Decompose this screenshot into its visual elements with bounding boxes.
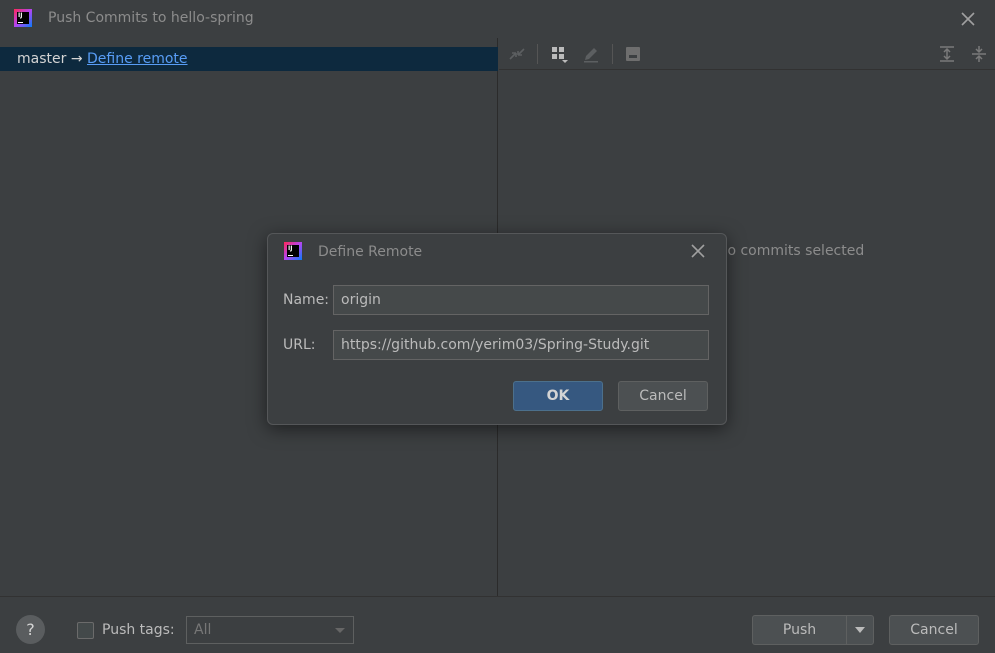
dialog-title: Define Remote [318, 244, 423, 260]
cancel-button[interactable]: Cancel [889, 615, 979, 645]
collapse-all-button[interactable] [969, 44, 989, 64]
edit-icon [584, 48, 598, 63]
name-field[interactable] [333, 285, 709, 315]
expand-all-button[interactable] [937, 44, 957, 64]
collapse-all-icon [972, 46, 986, 62]
title-bar: IJ Push Commits to hello-spring [0, 0, 995, 38]
toolbar-separator [612, 44, 613, 64]
empty-state-text: No commits selected [717, 243, 865, 259]
window-close-button[interactable] [958, 9, 978, 29]
help-button[interactable]: ? [16, 615, 45, 644]
dialog-cancel-button[interactable]: Cancel [618, 381, 708, 411]
show-diff-button[interactable] [507, 44, 527, 64]
caret-down-icon [855, 627, 865, 633]
url-label: URL: [283, 337, 316, 353]
caret-down-icon [335, 628, 345, 633]
window-title: Push Commits to hello-spring [48, 10, 254, 26]
close-icon [691, 244, 705, 258]
expand-all-icon [940, 46, 954, 62]
app-logo-icon: IJ [284, 242, 302, 260]
push-tags-checkbox[interactable] [77, 622, 94, 639]
toolbar-separator [537, 44, 538, 64]
ok-button[interactable]: OK [513, 381, 603, 411]
close-icon [961, 12, 975, 26]
push-button[interactable]: Push [752, 615, 847, 645]
branch-name: master [17, 51, 67, 67]
define-remote-dialog: IJ Define Remote Name: URL: OK Cancel [267, 233, 727, 425]
url-field[interactable] [333, 330, 709, 360]
push-options-dropdown[interactable] [846, 615, 874, 645]
preview-button[interactable] [623, 44, 643, 64]
changes-toolbar [499, 38, 995, 70]
name-label: Name: [283, 292, 330, 308]
dialog-footer: ? Push tags: All Push Cancel [0, 596, 995, 653]
tree-row-master[interactable]: master → Define remote [0, 47, 498, 71]
group-by-icon [552, 47, 568, 63]
push-tags-select[interactable]: All [186, 616, 354, 644]
push-tags-label: Push tags: [102, 622, 175, 638]
dialog-close-button[interactable] [688, 241, 708, 261]
save-icon [626, 47, 640, 61]
branch-arrow: → [70, 51, 83, 67]
app-logo-icon: IJ [14, 9, 32, 27]
define-remote-link[interactable]: Define remote [87, 51, 188, 67]
group-by-button[interactable] [549, 44, 569, 64]
diff-icon [509, 48, 525, 60]
edit-source-button[interactable] [581, 44, 601, 64]
push-tags-selected-value: All [194, 622, 212, 638]
